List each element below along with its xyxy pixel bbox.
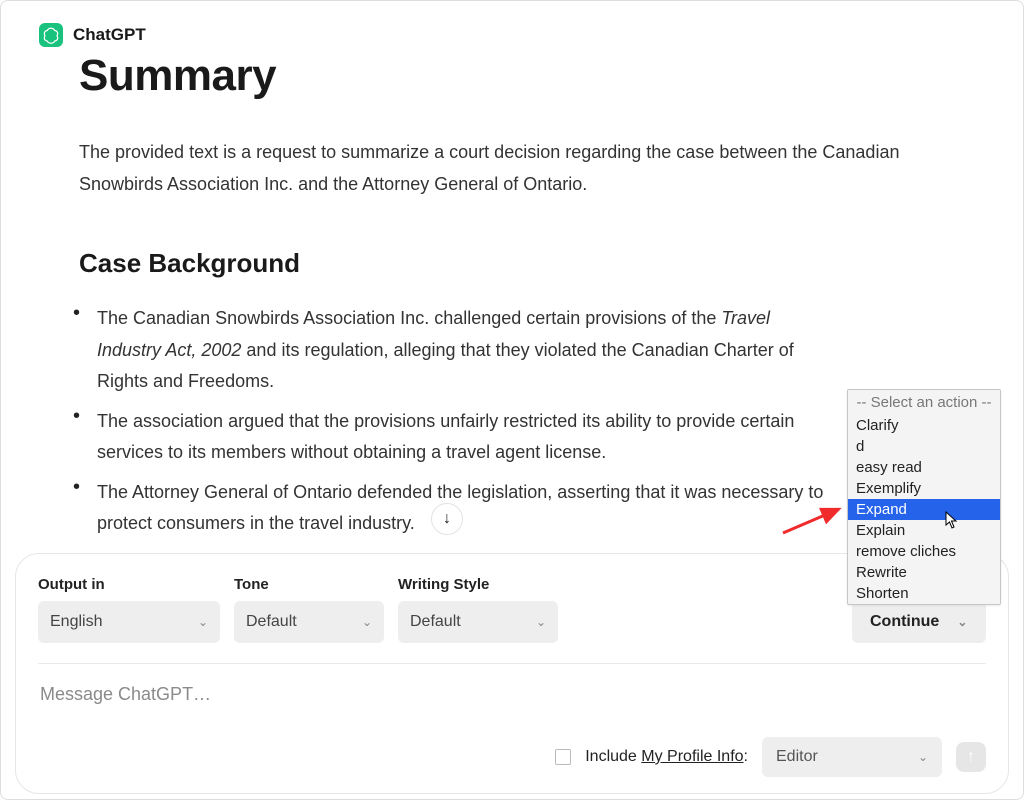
action-dropdown[interactable]: -- Select an action -- Clarify d easy re… [847, 389, 1001, 605]
tone-value: Default [246, 613, 297, 631]
chevron-down-icon: ⌄ [918, 750, 928, 764]
output-select[interactable]: English ⌄ [38, 601, 220, 643]
app-name: ChatGPT [73, 25, 146, 45]
intro-text: The provided text is a request to summar… [79, 137, 945, 200]
send-button[interactable]: ↑ [956, 742, 986, 772]
dropdown-item-rewrite[interactable]: Rewrite [848, 562, 1000, 583]
chatgpt-logo [39, 23, 63, 47]
chevron-down-icon: ⌄ [536, 615, 546, 629]
dropdown-item-remove-cliches[interactable]: remove cliches [848, 541, 1000, 562]
arrow-down-icon: ↓ [443, 510, 451, 528]
scroll-down-button[interactable]: ↓ [431, 503, 463, 535]
dropdown-item-d[interactable]: d [848, 436, 1000, 457]
dropdown-item-explain[interactable]: Explain [848, 520, 1000, 541]
continue-label: Continue [870, 613, 939, 631]
bullet-text: The Canadian Snowbirds Association Inc. … [97, 308, 721, 328]
editor-select[interactable]: Editor ⌄ [762, 737, 942, 777]
output-label: Output in [38, 576, 220, 593]
style-select[interactable]: Default ⌄ [398, 601, 558, 643]
arrow-up-icon: ↑ [967, 748, 975, 766]
dropdown-item-clarify[interactable]: Clarify [848, 415, 1000, 436]
dropdown-item-exemplify[interactable]: Exemplify [848, 478, 1000, 499]
dropdown-item-expand[interactable]: Expand [848, 499, 1000, 520]
list-item: The association argued that the provisio… [79, 406, 839, 469]
tone-select[interactable]: Default ⌄ [234, 601, 384, 643]
tone-label: Tone [234, 576, 384, 593]
message-input[interactable]: Message ChatGPT… [38, 664, 986, 705]
chevron-down-icon: ⌄ [957, 615, 967, 629]
include-profile-label: Include My Profile Info: [585, 748, 748, 766]
page-title: Summary [79, 51, 1023, 101]
dropdown-item-easy-read[interactable]: easy read [848, 457, 1000, 478]
chevron-down-icon: ⌄ [198, 615, 208, 629]
include-profile-checkbox[interactable] [555, 749, 571, 765]
output-value: English [50, 613, 102, 631]
section-heading: Case Background [79, 248, 945, 279]
list-item: The Canadian Snowbirds Association Inc. … [79, 303, 839, 398]
editor-value: Editor [776, 748, 818, 766]
style-value: Default [410, 613, 461, 631]
chevron-down-icon: ⌄ [362, 615, 372, 629]
dropdown-header: -- Select an action -- [848, 390, 1000, 415]
dropdown-item-shorten[interactable]: Shorten [848, 583, 1000, 604]
style-label: Writing Style [398, 576, 558, 593]
continue-button[interactable]: Continue ⌄ [852, 601, 986, 643]
